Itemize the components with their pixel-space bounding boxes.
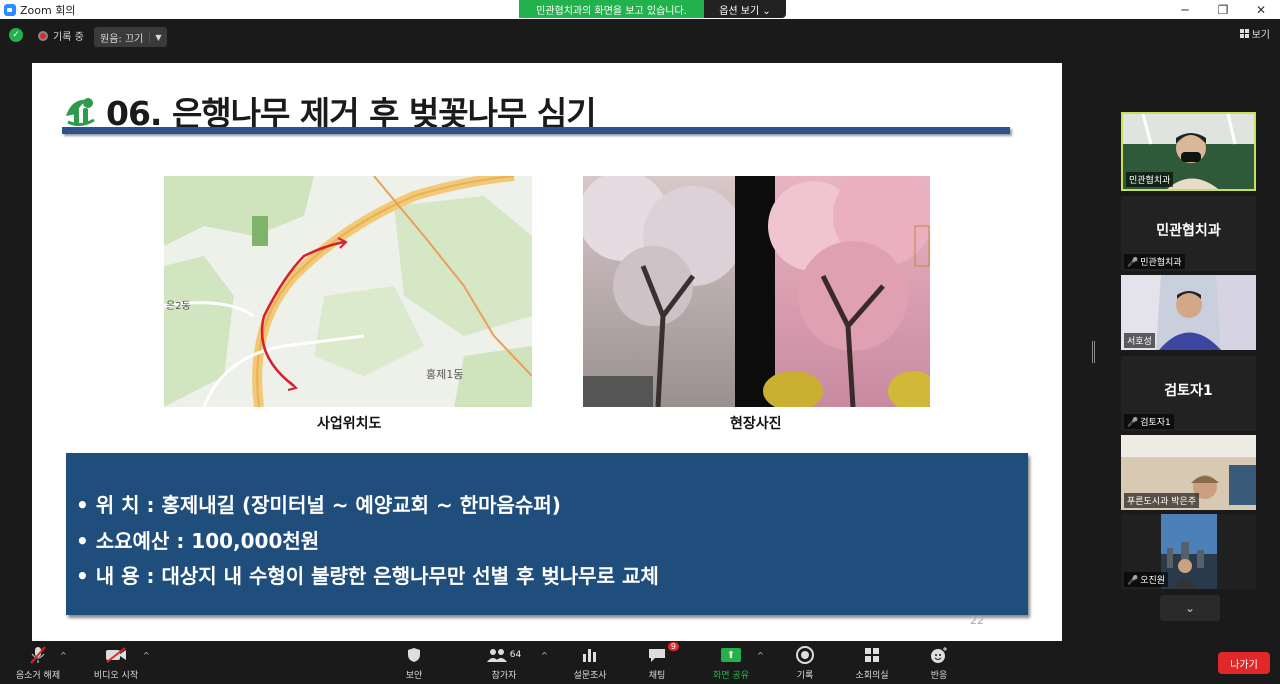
chat-icon: 9 [640,642,679,665]
security-button[interactable]: 보안 [394,645,434,681]
recording-indicator[interactable]: 기록 중 [38,28,84,43]
participants-label: 참가자 [491,671,517,681]
participants-button[interactable]: 64 참가자 [482,645,526,681]
chevron-down-icon: ⌄ [762,6,771,17]
participant-name: 민관협치과 [1126,172,1174,187]
security-label: 보안 [405,671,423,681]
site-photo [583,176,930,407]
view-label: 보기 [1251,30,1270,41]
chat-button[interactable]: 9 채팅 [640,642,679,681]
share-screen-label: 화면 공유 [713,671,749,681]
photo-caption: 현장사진 [730,416,782,432]
video-off-icon [86,645,146,665]
recording-label: 기록 중 [53,32,84,43]
share-screen-button[interactable]: ⬆ 화면 공유 [706,645,756,681]
reactions-label: 반응 [930,671,948,681]
record-dot-icon [38,30,48,41]
participant-tile-name-only[interactable]: 민관협치과 🎤 민관협치과 [1121,196,1256,271]
start-video-button[interactable]: 비디오 시작 [86,645,146,681]
bullet-location: • 위 치 : 홍제내길 (장미터널 ~ 예양교회 ~ 한마음슈퍼) [76,493,561,517]
participant-video[interactable]: 서호성 [1121,275,1256,350]
start-video-label: 비디오 시작 [93,671,139,681]
unmute-label: 음소거 해제 [15,671,61,681]
participant-video[interactable]: 푸른도시과 박은주 [1121,435,1256,510]
chevron-down-icon: ⌄ [1184,601,1196,615]
breakout-rooms-label: 소회의실 [855,671,889,681]
breakout-rooms-button[interactable]: 소회의실 [848,645,896,681]
close-button[interactable]: ✕ [1242,0,1280,19]
map-label-district: 은2동 [166,301,191,312]
leave-meeting-button[interactable]: 나가기 [1218,652,1270,674]
emoji-plus-icon [922,645,956,665]
chevron-down-icon[interactable]: ▼ [149,32,166,42]
muted-mic-icon [8,645,68,665]
participant-display-name: 민관협치과 [1156,223,1221,239]
location-map: 은2동 홍제1동 [164,176,532,407]
chat-label: 채팅 [648,671,666,681]
participant-display-name: 검토자1 [1164,383,1213,399]
bullet-content: • 내 용 : 대상지 내 수형이 불량한 은행나무만 선별 후 벚나무로 교체 [76,564,659,588]
participant-name: 🎤 검토자1 [1124,414,1174,429]
slide-page-number: 22 [970,614,984,627]
record-button[interactable]: 기록 [788,645,822,681]
muted-mic-icon: 🎤 [1127,258,1139,268]
title-underline [62,127,1010,134]
record-label: 기록 [796,671,814,681]
participants-count: 64 [509,650,522,660]
project-info-box: • 위 치 : 홍제내길 (장미터널 ~ 예양교회 ~ 한마음슈퍼) • 소요예… [66,453,1028,627]
participants-options-caret-icon[interactable]: ^ [541,651,548,660]
breakout-grid-icon [848,645,896,665]
maximize-button[interactable]: ❐ [1204,0,1242,19]
participant-video-active[interactable]: 민관협치과 [1121,112,1256,191]
shared-screen-slide: 06. 은행나무 제거 후 벚꽃나무 심기 은2동 홍제1동 사업위치도 현장사… [32,63,1062,641]
audio-options-caret-icon[interactable]: ^ [60,651,67,660]
bullet-budget: • 소요예산 : 100,000천원 [76,529,320,553]
original-sound-toggle[interactable]: 원음: 끄기 ▼ [94,27,167,47]
muted-mic-icon: 🎤 [1127,418,1139,428]
seoul-logo-icon [66,98,95,127]
minimize-button[interactable]: ─ [1166,0,1204,19]
view-button[interactable]: 보기 [1239,26,1270,41]
participant-name: 🎤 민관협치과 [1124,254,1185,269]
meeting-topbar: ✓ 기록 중 원음: 끄기 ▼ 보기 [0,19,1280,51]
share-screen-icon: ⬆ [706,645,756,665]
gallery-scroll-down-button[interactable]: ⌄ [1160,595,1220,621]
security-shield-icon[interactable]: ✓ [9,28,23,42]
share-message: 민관협치과의 화면을 보고 있습니다. [519,0,704,18]
reactions-button[interactable]: 반응 [922,645,956,681]
view-options-button[interactable]: 옵션 보기 ⌄ [704,0,786,18]
grid-icon [1239,29,1249,38]
panel-resize-handle[interactable] [1092,341,1095,363]
video-options-caret-icon[interactable]: ^ [143,651,150,660]
participant-video[interactable]: 🎤 오진원 [1121,514,1256,589]
participant-tile-name-only[interactable]: 검토자1 🎤 검토자1 [1121,356,1256,431]
shield-icon [394,645,434,665]
chat-unread-badge: 9 [667,642,679,651]
original-sound-label: 원음: 끄기 [100,33,144,45]
zoom-logo-icon [4,4,16,16]
share-banner: 민관협치과의 화면을 보고 있습니다. 옵션 보기 ⌄ [519,0,786,18]
window-title: Zoom 회의 [20,4,76,17]
app-title: Zoom 회의 [4,2,75,18]
polls-label: 설문조사 [573,671,607,681]
participant-name: 서호성 [1124,333,1155,348]
participant-name: 🎤 오진원 [1124,572,1169,587]
participant-name: 푸른도시과 박은주 [1124,493,1200,508]
meeting-toolbar: 음소거 해제 ^ 비디오 시작 ^ 보안 64 참가자 ^ 설문조사 9 채팅 [0,641,1280,684]
polls-button[interactable]: 설문조사 [568,645,612,681]
map-label-area: 홍제1동 [426,368,464,381]
unmute-button[interactable]: 음소거 해제 [8,645,68,681]
bar-chart-icon [568,645,612,665]
participants-icon: 64 [482,645,526,665]
muted-mic-icon: 🎤 [1127,576,1139,586]
share-options-caret-icon[interactable]: ^ [757,651,764,660]
record-icon [788,645,822,665]
map-caption: 사업위치도 [317,416,382,432]
